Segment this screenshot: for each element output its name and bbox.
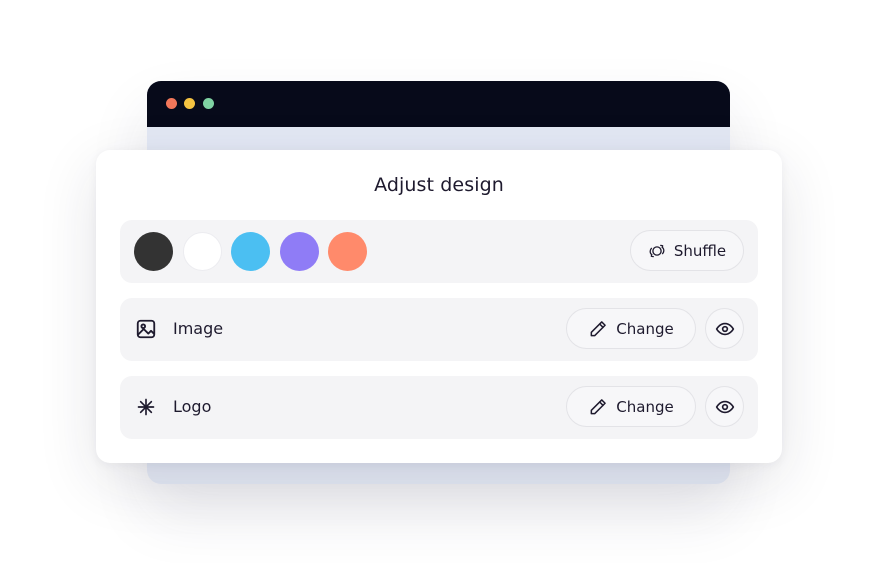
eye-icon (715, 319, 735, 339)
color-palette-row: Shuffle (120, 220, 758, 283)
shuffle-button[interactable]: Shuffle (630, 230, 744, 271)
color-swatch-coral[interactable] (328, 232, 367, 271)
toggle-image-visibility-button[interactable] (705, 308, 744, 349)
minimize-window-dot[interactable] (184, 98, 195, 109)
asterisk-icon (135, 396, 157, 418)
color-swatch-purple[interactable] (280, 232, 319, 271)
image-label: Image (173, 319, 224, 338)
maximize-window-dot[interactable] (203, 98, 214, 109)
color-swatch-white[interactable] (183, 232, 222, 271)
close-window-dot[interactable] (166, 98, 177, 109)
eye-icon (715, 397, 735, 417)
browser-title-bar (147, 81, 730, 127)
pencil-icon (588, 397, 608, 417)
image-row: Image Change (120, 298, 758, 361)
logo-row: Logo Change (120, 376, 758, 439)
change-image-label: Change (616, 319, 674, 338)
logo-label: Logo (173, 397, 212, 416)
toggle-logo-visibility-button[interactable] (705, 386, 744, 427)
change-logo-button[interactable]: Change (566, 386, 696, 427)
pencil-icon (588, 319, 608, 339)
color-swatch-dark[interactable] (134, 232, 173, 271)
panel-title: Adjust design (374, 174, 504, 196)
change-image-button[interactable]: Change (566, 308, 696, 349)
shuffle-icon (648, 242, 666, 260)
image-icon (135, 318, 157, 340)
adjust-design-panel: Adjust design Shuffle Image Change Logo … (96, 150, 782, 463)
color-swatch-blue[interactable] (231, 232, 270, 271)
change-logo-label: Change (616, 397, 674, 416)
shuffle-label: Shuffle (673, 241, 727, 260)
